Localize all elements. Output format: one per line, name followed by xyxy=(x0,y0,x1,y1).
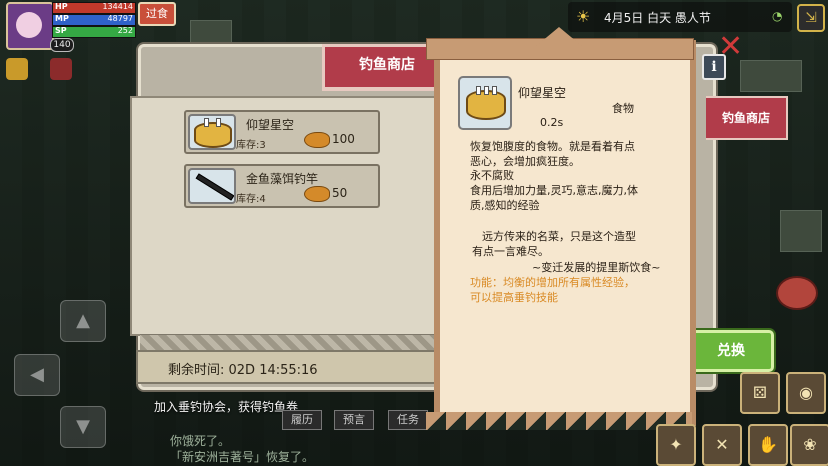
item-name: 金鱼藻饵钓竿 xyxy=(246,172,319,186)
tooltip-function-line: 功能：均衡的增加所有属性经验， xyxy=(470,276,635,289)
tooltip-type: 食物 xyxy=(612,102,634,115)
item-name: 仰望星空 xyxy=(246,118,295,132)
wifi-icon: ◔ xyxy=(772,9,783,23)
fish-coin-icon xyxy=(304,186,330,202)
quest-text: 加入垂钓协会，获得钓鱼券 xyxy=(154,400,299,414)
dpad-left[interactable]: ◀ xyxy=(14,354,60,396)
tooltip-quote-source: ~变迁发展的提里斯饮食~ xyxy=(532,261,661,274)
date-text: 4月5日 白天 愚人节 xyxy=(604,11,711,25)
paw-icon[interactable]: ❀ xyxy=(790,424,828,466)
timer-bar: 剩余时间: 02D 14:55:16 xyxy=(136,350,448,384)
sp-value: 252 xyxy=(117,26,133,35)
tooltip-desc-line: 恢复饱腹度的食物。就是看着有点 xyxy=(470,140,635,153)
candle xyxy=(492,86,497,95)
candle xyxy=(204,118,209,127)
fish-coin-icon xyxy=(304,132,330,148)
hp-value: 134414 xyxy=(102,2,133,11)
cake-icon xyxy=(194,118,232,148)
mp-value: 48797 xyxy=(107,14,133,23)
tooltip-desc-line: 永不腐败 xyxy=(470,169,514,182)
gold-icon[interactable] xyxy=(6,58,28,80)
tooltip-top-border xyxy=(426,27,694,60)
tooltip-bottom-border xyxy=(426,412,692,430)
cake-item-thumbnail xyxy=(188,114,236,150)
dpad-up[interactable]: ▲ xyxy=(60,300,106,342)
status-button[interactable]: 过食 xyxy=(138,2,176,26)
sp-bar: SP 252 xyxy=(52,26,136,38)
eye-icon[interactable]: ◉ xyxy=(786,372,826,414)
hp-bar: HP 134414 xyxy=(52,2,136,14)
chat-line: 你饿死了。 xyxy=(170,434,231,448)
player-avatar[interactable] xyxy=(6,2,54,50)
dpad-down[interactable]: ▼ xyxy=(60,406,106,448)
skill-icon[interactable]: ✦ xyxy=(656,424,696,466)
item-stock: 库存:3 xyxy=(236,140,266,151)
mp-bar: MP 48797 xyxy=(52,14,136,26)
candle xyxy=(216,118,221,127)
hand-icon[interactable]: ✋ xyxy=(748,424,788,466)
cake-icon xyxy=(466,86,506,120)
dice-icon[interactable]: ⚄ xyxy=(740,372,780,414)
exit-icon[interactable]: ⇲ xyxy=(797,4,825,32)
sp-label: SP xyxy=(55,26,67,35)
meat-icon[interactable] xyxy=(776,276,818,310)
date-bar: ☀ 4月5日 白天 愚人节 ◔ xyxy=(568,2,792,32)
hp-label: HP xyxy=(55,2,68,11)
tooltip-time: 0.2s xyxy=(540,116,564,129)
shop-item-card[interactable]: 仰望星空 库存:3 100 xyxy=(184,110,380,154)
candle xyxy=(476,86,481,95)
item-price: 50 xyxy=(332,186,348,200)
axe-icon[interactable]: ✕ xyxy=(702,424,742,466)
tab-prophecy[interactable]: 预言 xyxy=(334,410,374,430)
tooltip-desc-line: 质,感知的经验 xyxy=(470,199,540,212)
tooltip-quote-line: 远方传来的名菜，只是这个造型 xyxy=(482,230,636,243)
chat-line: 「新安洲吉著号」恢复了。 xyxy=(170,450,315,464)
shop-item-card[interactable]: 金鱼藻饵钓竿 库存:4 50 xyxy=(184,164,380,208)
rod-item-thumbnail xyxy=(188,168,236,204)
tooltip-quote-line: 有点一言难尽。 xyxy=(472,245,549,258)
world-tile xyxy=(780,210,822,252)
buff-icon[interactable] xyxy=(50,58,72,80)
item-stock: 库存:4 xyxy=(236,194,266,205)
tab-history[interactable]: 履历 xyxy=(282,410,322,430)
fishing-rod-icon xyxy=(195,173,234,201)
info-icon[interactable]: i xyxy=(702,54,726,80)
remaining-time: 剩余时间: 02D 14:55:16 xyxy=(168,363,318,378)
sun-icon: ☀ xyxy=(576,7,591,26)
shop-side-tab[interactable]: 钓鱼商店 xyxy=(706,96,788,140)
avatar-face xyxy=(16,12,42,38)
tooltip-desc-line: 食用后增加力量,灵巧,意志,魔力,体 xyxy=(470,184,638,197)
panel-divider xyxy=(140,334,440,351)
exchange-button[interactable]: 兑换 xyxy=(688,330,774,372)
item-price: 100 xyxy=(332,132,355,146)
mp-label: MP xyxy=(55,14,69,23)
level-badge: 140 xyxy=(50,38,74,52)
tooltip-item-thumbnail xyxy=(458,76,512,130)
world-tile xyxy=(190,20,232,46)
world-tile xyxy=(740,60,802,92)
tooltip-title: 仰望星空 xyxy=(518,86,567,100)
candle xyxy=(484,86,489,95)
tab-quest[interactable]: 任务 xyxy=(388,410,428,430)
tooltip-function-line: 可以提高垂钓技能 xyxy=(470,291,558,304)
